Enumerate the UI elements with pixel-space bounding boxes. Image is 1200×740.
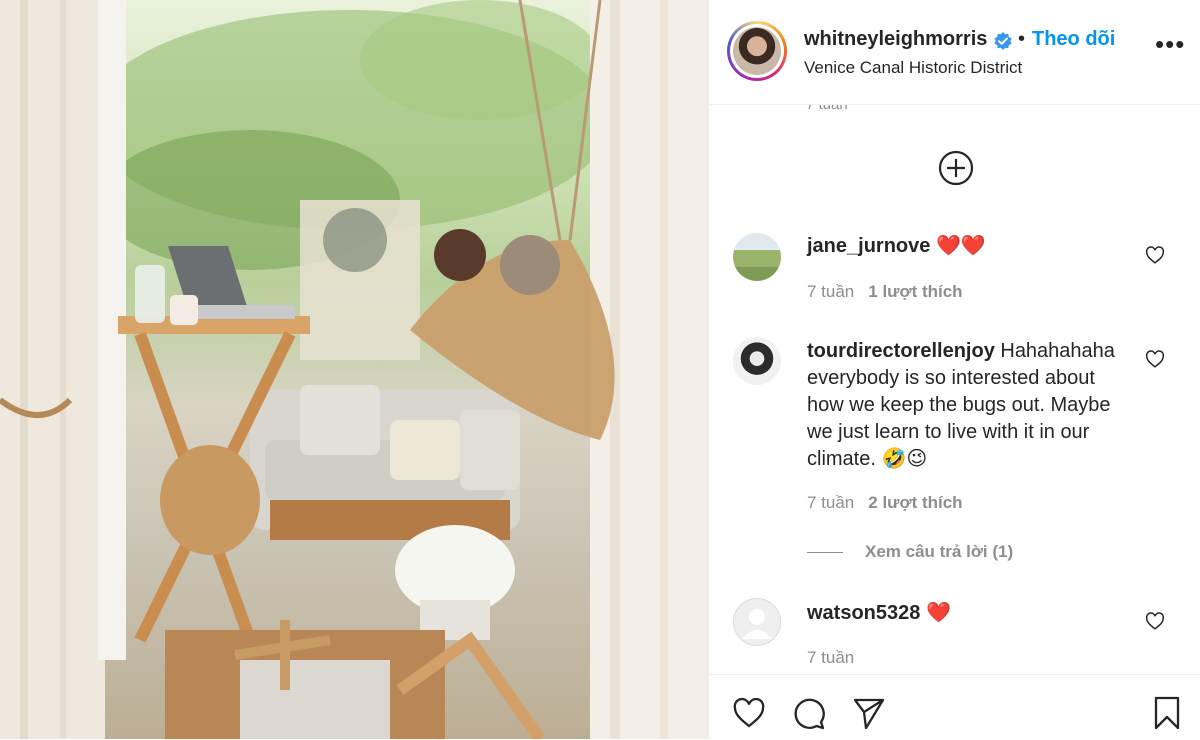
comment-meta: 7 tuần xyxy=(807,648,854,668)
comment-avatar[interactable] xyxy=(733,337,781,385)
comment-time: 7 tuần xyxy=(807,648,855,667)
comment-likes[interactable]: 1 lượt thích xyxy=(868,282,962,301)
follow-button[interactable]: Theo dõi xyxy=(1032,28,1115,51)
avatar-frame xyxy=(730,24,784,78)
comment-time: 7 tuần xyxy=(807,282,855,301)
heart-icon[interactable] xyxy=(1144,348,1166,370)
avatar-image xyxy=(733,27,781,75)
comment-likes[interactable]: 2 lượt thích xyxy=(868,493,962,512)
post-header: whitneyleighmorris • Theo dõi Venice Can… xyxy=(709,0,1200,105)
comment-username[interactable]: tourdirectorellenjoy xyxy=(807,340,995,362)
replies-divider xyxy=(807,552,843,554)
author-avatar[interactable] xyxy=(727,21,787,81)
photo-illustration xyxy=(0,0,709,739)
comment-body: tourdirectorellenjoy Hahahahaha everybod… xyxy=(807,338,1137,473)
send-icon[interactable] xyxy=(851,695,887,731)
more-options-icon[interactable]: ••• xyxy=(1155,31,1185,57)
comment-username[interactable]: watson5328 xyxy=(807,602,920,624)
comment-username[interactable]: jane_jurnove xyxy=(807,235,930,257)
header-separator: • xyxy=(1018,28,1026,50)
post-photo[interactable] xyxy=(0,0,709,739)
view-replies-button[interactable]: Xem câu trả lời (1) xyxy=(807,542,1013,562)
heart-icon[interactable] xyxy=(1144,244,1166,266)
comment-icon[interactable] xyxy=(791,695,827,731)
comment-meta: 7 tuần 2 lượt thích xyxy=(807,493,963,513)
comment-body: watson5328 ❤️ xyxy=(807,600,1137,627)
post-location[interactable]: Venice Canal Historic District xyxy=(804,58,1022,78)
comment-avatar[interactable] xyxy=(733,598,781,646)
default-avatar-icon xyxy=(742,609,772,639)
comment-avatar[interactable] xyxy=(733,233,781,281)
plus-circle-icon[interactable] xyxy=(938,150,974,186)
heart-icon[interactable] xyxy=(731,695,767,731)
comment-time: 7 tuần xyxy=(807,493,855,512)
post-actions xyxy=(709,674,1200,740)
author-username[interactable]: whitneyleighmorris xyxy=(804,28,987,51)
heart-icon[interactable] xyxy=(1144,610,1166,632)
comment-text: ❤️❤️ xyxy=(930,235,986,257)
replies-label: Xem câu trả lời (1) xyxy=(865,542,1014,561)
comments-panel: whitneyleighmorris • Theo dõi Venice Can… xyxy=(709,0,1200,740)
verified-badge-icon xyxy=(994,32,1012,50)
bookmark-icon[interactable] xyxy=(1149,695,1185,731)
comment-meta: 7 tuần 1 lượt thích xyxy=(807,282,963,302)
instagram-post-view: whitneyleighmorris • Theo dõi Venice Can… xyxy=(0,0,1200,740)
comment-body: jane_jurnove ❤️❤️ xyxy=(807,233,1137,260)
comment-text: ❤️ xyxy=(920,602,951,624)
